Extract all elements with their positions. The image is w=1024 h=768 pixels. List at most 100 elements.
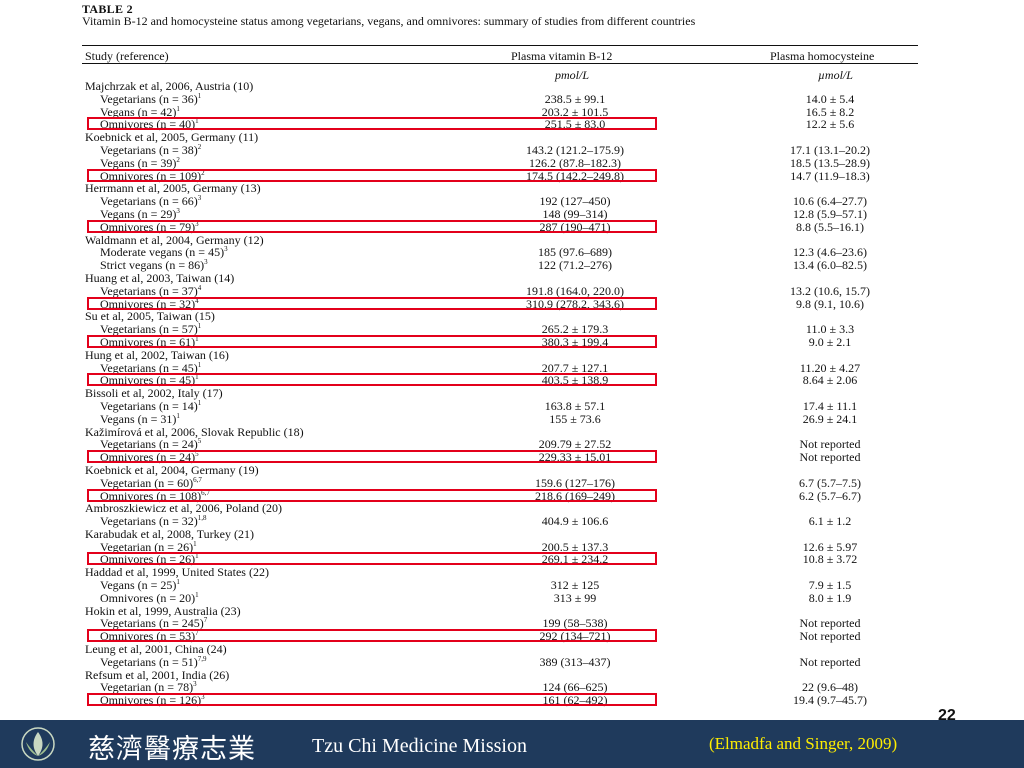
cell-homocysteine: 19.4 (9.7–45.7): [793, 693, 867, 708]
cell-homocysteine: 13.2 (10.6, 15.7): [790, 283, 870, 298]
footnote-marker: 1: [197, 398, 202, 407]
footnote-marker: 2: [176, 155, 180, 164]
cell-homocysteine: 8.8 (5.5–16.1): [796, 219, 864, 234]
footnote-marker: 1,8: [197, 514, 207, 523]
footer-chinese-name: 慈濟醫療志業: [88, 734, 256, 765]
table-row: Vegans (n = 31)1 155 ± 73.6 26.9 ± 24.1: [0, 411, 1024, 426]
cell-vitamin-b12: 403.5 ± 138.9: [541, 373, 609, 388]
cell-homocysteine: 6.2 (5.7–6.7): [799, 488, 861, 503]
footnote-marker: 1: [176, 578, 180, 587]
footnote-marker: 1: [197, 322, 202, 331]
group-label: Vegetarians (n = 32)1,8: [100, 514, 207, 529]
header-rule: [82, 63, 918, 64]
table-row: Omnivores (n = 61)1 380.3 ± 199.4 9.0 ± 2.…: [0, 334, 1024, 349]
study-label: Bissoli et al, 2002, Italy (17): [85, 386, 223, 401]
footnote-marker: 1: [193, 539, 197, 548]
table-row: Vegetarians (n = 36)1 238.5 ± 99.1 14.0 ± …: [0, 91, 1024, 106]
study-label: Koebnick et al, 2004, Germany (19): [85, 462, 259, 477]
table-row: Vegetarians (n = 14)1 163.8 ± 57.1 17.4 ± …: [0, 398, 1024, 413]
cell-homocysteine: 17.4 ± 11.1: [802, 398, 858, 413]
footnote-marker: 6,7: [193, 475, 202, 484]
header-vitamin-b12: Plasma vitamin B-12: [511, 49, 613, 63]
cell-homocysteine: 26.9 ± 24.1: [802, 411, 858, 426]
footnote-marker: 7: [203, 616, 208, 625]
table-row: Vegetarians (n = 38)2 143.2 (121.2–175.9)…: [0, 142, 1024, 157]
footnote-marker: 7,9: [197, 654, 207, 663]
group-label: Omnivores (n = 61)1: [100, 334, 199, 349]
table-top-rule: [82, 45, 918, 46]
cell-vitamin-b12: 292 (134–721): [539, 629, 611, 644]
study-label: Huang et al, 2003, Taiwan (14): [85, 270, 235, 285]
footnote-marker: 1: [195, 117, 199, 126]
table-row: Omnivores (n = 24)5 229.33 ± 15.01 Not rep…: [0, 450, 1024, 465]
group-label: Vegans (n = 25)1: [100, 578, 180, 593]
footnote-marker: 1: [195, 373, 199, 382]
header-study: Study (reference): [85, 49, 169, 63]
cell-homocysteine: Not reported: [799, 450, 861, 465]
cell-homocysteine: 6.7 (5.7–7.5): [799, 475, 861, 490]
cell-vitamin-b12: 269.1 ± 234.2: [541, 552, 609, 567]
cell-homocysteine: 8.64 ± 2.06: [802, 373, 858, 388]
footer-citation: (Elmadfa and Singer, 2009): [709, 734, 898, 753]
footnote-marker: 4: [197, 283, 202, 292]
cell-homocysteine: 8.0 ± 1.9: [808, 590, 852, 605]
table-row: Omnivores (n = 79)3 287 (190–471) 8.8 (5.5…: [0, 219, 1024, 234]
footnote-marker: 2: [201, 168, 205, 177]
study-heading-row: Leung et al, 2001, China (24): [0, 643, 1024, 656]
table-row: Vegans (n = 25)1 312 ± 125 7.9 ± 1.5: [0, 579, 1024, 592]
footer-brand: Tzu Chi Medicine Mission: [312, 735, 527, 757]
study-heading-row: Koebnick et al, 2004, Germany (19): [0, 464, 1024, 477]
footnote-marker: 1: [195, 334, 199, 343]
cell-homocysteine: 6.1 ± 1.2: [808, 514, 852, 529]
footnote-marker: 5: [197, 437, 202, 446]
group-label: Omnivores (n = 24)5: [100, 450, 199, 465]
table-row: Vegetarians (n = 32)1,8 404.9 ± 106.6 6.1 …: [0, 515, 1024, 528]
footnote-marker: 3: [201, 693, 205, 702]
footnote-marker: 3: [193, 680, 197, 689]
cell-vitamin-b12: 163.8 ± 57.1: [544, 398, 606, 413]
table-row: Vegetarians (n = 51)7,9 389 (313–437) Not …: [0, 654, 1024, 669]
cell-vitamin-b12: 155 ± 73.6: [549, 411, 601, 426]
cell-vitamin-b12: 161 (62–492): [542, 693, 608, 708]
cell-vitamin-b12: 238.5 ± 99.1: [544, 91, 606, 106]
cell-vitamin-b12: 218.6 (169–249): [535, 488, 615, 503]
cell-vitamin-b12: 404.9 ± 106.6: [541, 514, 609, 529]
footnote-marker: 3: [204, 258, 208, 267]
cell-homocysteine: Not reported: [799, 654, 861, 669]
footnote-marker: 6,7: [201, 488, 210, 497]
cell-homocysteine: 17.1 (13.1–20.2): [790, 142, 870, 157]
lotus-logo-icon: [21, 727, 55, 761]
study-heading-row: Bissoli et al, 2002, Italy (17): [0, 387, 1024, 400]
cell-vitamin-b12: 310.9 (278.2, 343.6): [526, 296, 624, 311]
footnote-marker: 5: [195, 450, 199, 459]
study-heading-row: Hung et al, 2002, Taiwan (16): [0, 348, 1024, 362]
cell-homocysteine: 9.8 (9.1, 10.6): [796, 296, 864, 311]
cell-homocysteine: 7.9 ± 1.5: [808, 578, 852, 593]
study-heading-row: Karabudak et al, 2008, Turkey (21): [0, 528, 1024, 541]
footnote-marker: 1: [176, 411, 180, 420]
cell-vitamin-b12: 229.33 ± 15.01: [538, 450, 612, 465]
group-label: Vegetarians (n = 51)7,9: [100, 654, 207, 669]
table-row: Omnivores (n = 20)1 313 ± 99 8.0 ± 1.9: [0, 590, 1024, 605]
footnote-marker: 1: [197, 91, 202, 100]
cell-homocysteine: 9.0 ± 2.1: [808, 334, 852, 349]
footnote-marker: 3: [195, 219, 199, 228]
slide: TABLE 2 Vitamin B-12 and homocysteine st…: [0, 0, 1024, 768]
footnote-marker: 3: [176, 206, 180, 215]
cell-vitamin-b12: 380.3 ± 199.4: [541, 334, 609, 349]
group-label: Omnivores (n = 126)3: [100, 693, 205, 708]
cell-homocysteine: 18.5 (13.5–28.9): [790, 155, 870, 170]
group-label: Vegans (n = 31)1: [100, 411, 180, 426]
cell-homocysteine: Not reported: [799, 629, 861, 644]
footnote-marker: 2: [197, 142, 202, 151]
cell-homocysteine: 13.4 (6.0–82.5): [793, 258, 867, 273]
cell-vitamin-b12: 251.5 ± 83.0: [544, 117, 606, 132]
footnote-marker: 7: [195, 629, 199, 638]
footnote-marker: 1: [195, 552, 199, 561]
group-label: Vegetarians (n = 38)2: [100, 142, 202, 157]
footnote-marker: 3: [224, 245, 228, 254]
cell-vitamin-b12: 312 ± 125: [550, 578, 600, 593]
cell-homocysteine: 12.8 (5.9–57.1): [793, 206, 867, 221]
footnote-marker: 4: [195, 296, 199, 305]
cell-vitamin-b12: 313 ± 99: [553, 590, 597, 605]
